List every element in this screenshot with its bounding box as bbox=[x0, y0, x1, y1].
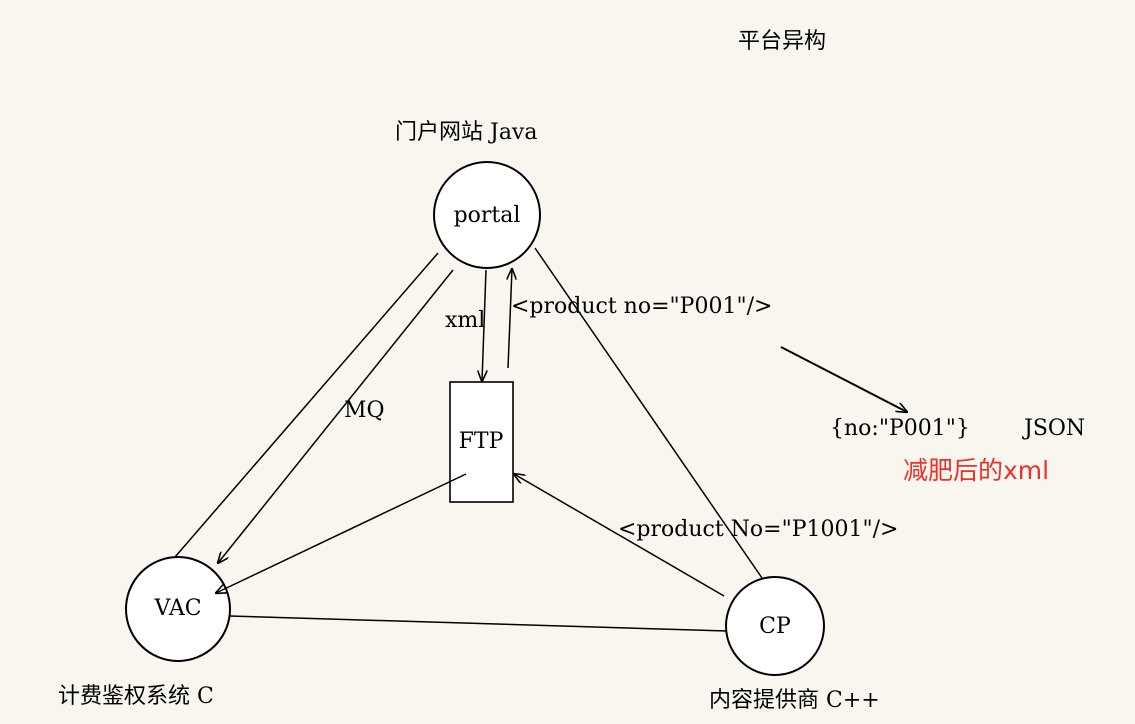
vac-caption: 计费鉴权系统 C bbox=[58, 684, 214, 709]
ftp-label: FTP bbox=[458, 429, 504, 454]
edge-ftp-vac-arrow bbox=[216, 473, 467, 593]
cp-caption: 内容提供商 C++ bbox=[709, 688, 880, 713]
diagram-title: 平台异构 bbox=[738, 29, 827, 54]
portal-xml-label: <product no="P001"/> bbox=[511, 294, 773, 319]
mq-edge-label: MQ bbox=[344, 398, 385, 423]
cp-xml-label: <product No="P1001"/> bbox=[618, 517, 899, 542]
json-label: JSON bbox=[1024, 416, 1086, 441]
portal-label: portal bbox=[453, 203, 521, 228]
edge-portal-vac bbox=[174, 252, 439, 558]
xml-edge-label: xml bbox=[445, 308, 486, 333]
cp-label: CP bbox=[759, 614, 791, 639]
slim-xml-note: 减肥后的xml bbox=[903, 456, 1050, 485]
json-text: {no:"P001"} bbox=[830, 416, 970, 441]
edge-portal-vac-mq-arrow bbox=[218, 269, 454, 563]
vac-label: VAC bbox=[154, 596, 202, 621]
edge-vac-cp bbox=[229, 615, 728, 632]
portal-caption: 门户网站 Java bbox=[395, 120, 538, 145]
edge-xml-to-json-arrow bbox=[780, 346, 907, 412]
